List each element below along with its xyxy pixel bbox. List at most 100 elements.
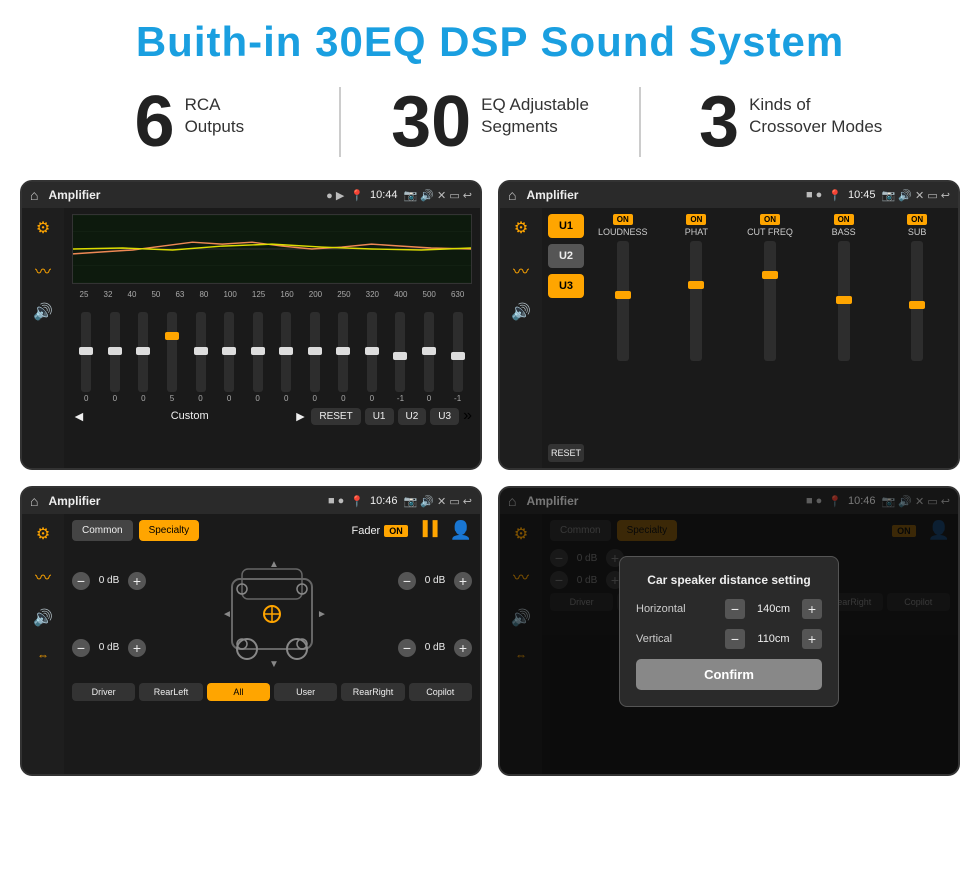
- db-plus-bl[interactable]: +: [128, 639, 146, 657]
- horizontal-value: 140cm: [751, 603, 796, 615]
- eq-u2-btn[interactable]: U2: [398, 408, 427, 425]
- home-icon-2[interactable]: ⌂: [508, 187, 516, 203]
- crossover-app-name: Amplifier: [526, 188, 799, 202]
- db-val-tl: 0 dB: [94, 575, 124, 586]
- vertical-value: 110cm: [751, 633, 796, 645]
- db-val-br: 0 dB: [420, 642, 450, 653]
- u3-button[interactable]: U3: [548, 274, 584, 298]
- stat-number-30: 30: [391, 86, 471, 158]
- ch-phat: ON PHAT: [662, 214, 732, 462]
- eq-prev-btn[interactable]: ◄: [72, 408, 86, 424]
- fader-status-bar: ⌂ Amplifier ■ ● 📍 10:46 📷 🔊 ✕ ▭ ↩: [22, 488, 480, 514]
- btn-all[interactable]: All: [207, 683, 270, 701]
- eq-slider-7[interactable]: 0: [253, 312, 263, 403]
- crossover-main-area: U1 U2 U3 RESET ON LOUDNESS ON: [542, 208, 958, 468]
- db-minus-tr[interactable]: −: [398, 572, 416, 590]
- crossover-nav-icon-3[interactable]: 🔊: [511, 302, 531, 322]
- db-minus-bl[interactable]: −: [72, 639, 90, 657]
- stat-number-3: 3: [699, 86, 739, 158]
- eq-slider-8[interactable]: 0: [281, 312, 291, 403]
- dialog-vertical-row: Vertical − 110cm +: [636, 629, 822, 649]
- ch-cutfreq-slider[interactable]: [764, 241, 776, 361]
- eq-slider-9[interactable]: 0: [310, 312, 320, 403]
- car-diagram: ▲ ▼ ◄ ►: [152, 549, 392, 679]
- home-icon-3[interactable]: ⌂: [30, 493, 38, 509]
- eq-slider-3[interactable]: 0: [138, 312, 148, 403]
- eq-slider-2[interactable]: 0: [110, 312, 120, 403]
- db-plus-br[interactable]: +: [454, 639, 472, 657]
- fader-nav-icon-4[interactable]: ⇔: [37, 648, 49, 662]
- stat-label-eq: EQ AdjustableSegments: [481, 86, 589, 138]
- tab-specialty[interactable]: Specialty: [139, 520, 200, 541]
- stat-number-6: 6: [135, 86, 175, 158]
- crossover-nav-icon-1[interactable]: ⚙: [514, 218, 528, 238]
- eq-u3-btn[interactable]: U3: [430, 408, 459, 425]
- ch-phat-badge: ON: [686, 214, 706, 225]
- eq-main-area: 253240506380100125160200250320400500630 …: [64, 208, 480, 468]
- ch-sub-slider[interactable]: [911, 241, 923, 361]
- fader-screen: ⌂ Amplifier ■ ● 📍 10:46 📷 🔊 ✕ ▭ ↩ ⚙ 〰 🔊 …: [20, 486, 482, 776]
- fader-nav-icon-3[interactable]: 🔊: [33, 608, 53, 628]
- btn-rearleft[interactable]: RearLeft: [139, 683, 202, 701]
- crossover-reset-btn[interactable]: RESET: [548, 444, 584, 462]
- tab-common[interactable]: Common: [72, 520, 133, 541]
- eq-u1-btn[interactable]: U1: [365, 408, 394, 425]
- ch-sub-badge: ON: [907, 214, 927, 225]
- crossover-status-bar: ⌂ Amplifier ■ ● 📍 10:45 📷 🔊 ✕ ▭ ↩: [500, 182, 958, 208]
- ch-cutfreq: ON CUT FREQ: [735, 214, 805, 462]
- fader-nav-icon-2[interactable]: 〰: [35, 564, 51, 588]
- fader-time: 10:46: [370, 495, 398, 507]
- dialog-vertical-label: Vertical: [636, 633, 672, 645]
- ch-loudness-badge: ON: [613, 214, 633, 225]
- eq-status-bar: ⌂ Amplifier ● ▶ 📍 10:44 📷 🔊 ✕ ▭ ↩: [22, 182, 480, 208]
- crossover-nav-icon-2[interactable]: 〰: [513, 258, 529, 282]
- fader-on-badge: ON: [384, 525, 408, 537]
- eq-slider-4[interactable]: 5: [167, 312, 177, 403]
- btn-driver[interactable]: Driver: [72, 683, 135, 701]
- eq-slider-1[interactable]: 0: [81, 312, 91, 403]
- fader-bottom-btns: Driver RearLeft All User RearRight Copil…: [72, 683, 472, 701]
- eq-nav-icon-3[interactable]: 🔊: [33, 302, 53, 322]
- fader-location-icon: 📍: [350, 495, 364, 508]
- svg-text:◄: ◄: [222, 609, 232, 620]
- u2-button[interactable]: U2: [548, 244, 584, 268]
- eq-slider-5[interactable]: 0: [196, 312, 206, 403]
- db-minus-tl[interactable]: −: [72, 572, 90, 590]
- btn-user[interactable]: User: [274, 683, 337, 701]
- btn-copilot[interactable]: Copilot: [409, 683, 472, 701]
- home-icon-1[interactable]: ⌂: [30, 187, 38, 203]
- u1-button[interactable]: U1: [548, 214, 584, 238]
- eq-slider-10[interactable]: 0: [338, 312, 348, 403]
- ch-bass-slider[interactable]: [838, 241, 850, 361]
- db-plus-tr[interactable]: +: [454, 572, 472, 590]
- crossover-screen: ⌂ Amplifier ■ ● 📍 10:45 📷 🔊 ✕ ▭ ↩ ⚙ 〰 🔊 …: [498, 180, 960, 470]
- db-plus-tl[interactable]: +: [128, 572, 146, 590]
- eq-nav-icon-1[interactable]: ⚙: [36, 218, 50, 238]
- dialog-box: Car speaker distance setting Horizontal …: [619, 556, 839, 707]
- eq-next-btn[interactable]: ►: [294, 408, 308, 424]
- db-minus-br[interactable]: −: [398, 639, 416, 657]
- dialog-overlay: Car speaker distance setting Horizontal …: [500, 488, 958, 774]
- ch-loudness-slider[interactable]: [617, 241, 629, 361]
- stats-row: 6 RCAOutputs 30 EQ AdjustableSegments 3 …: [0, 76, 980, 174]
- ch-cutfreq-badge: ON: [760, 214, 780, 225]
- eq-reset-btn[interactable]: RESET: [311, 408, 360, 425]
- eq-nav-icon-2[interactable]: 〰: [35, 258, 51, 282]
- ch-phat-slider[interactable]: [690, 241, 702, 361]
- vertical-plus-btn[interactable]: +: [802, 629, 822, 649]
- confirm-button[interactable]: Confirm: [636, 659, 822, 690]
- fader-app-name: Amplifier: [48, 494, 321, 508]
- eq-slider-13[interactable]: 0: [424, 312, 434, 403]
- eq-slider-6[interactable]: 0: [224, 312, 234, 403]
- eq-expand-icon[interactable]: »: [463, 407, 472, 425]
- stat-crossover: 3 Kinds ofCrossover Modes: [661, 86, 920, 158]
- horizontal-plus-btn[interactable]: +: [802, 599, 822, 619]
- eq-slider-12[interactable]: -1: [395, 312, 405, 403]
- horizontal-minus-btn[interactable]: −: [725, 599, 745, 619]
- eq-slider-11[interactable]: 0: [367, 312, 377, 403]
- eq-app-name: Amplifier: [48, 188, 320, 202]
- vertical-minus-btn[interactable]: −: [725, 629, 745, 649]
- eq-slider-14[interactable]: -1: [453, 312, 463, 403]
- fader-nav-icon-1[interactable]: ⚙: [36, 524, 50, 544]
- btn-rearright[interactable]: RearRight: [341, 683, 404, 701]
